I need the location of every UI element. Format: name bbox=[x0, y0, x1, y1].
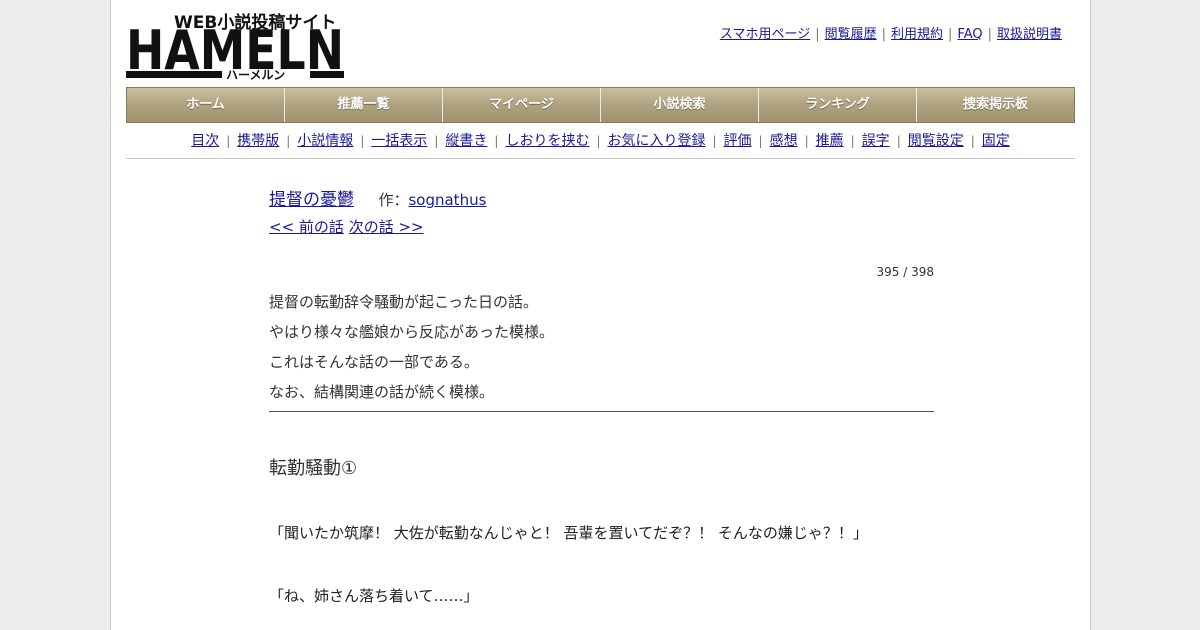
preface-line: 提督の転勤辞令騒動が起こった日の話。 bbox=[269, 293, 538, 311]
nav-mypage[interactable]: マイページ bbox=[443, 88, 601, 122]
nav-search-board[interactable]: 捜索掲示板 bbox=[917, 88, 1074, 122]
subnav-bookmark[interactable]: しおりを挟む bbox=[505, 133, 589, 149]
sub-nav: 目次 | 携帯版 | 小説情報 | 一括表示 | 縦書き | しおりを挟む | お気に入り登録 | 評価 | 感… bbox=[126, 130, 1075, 159]
page-container: WEB小説投稿サイト HAMELN ハーメルン スマホ用ページ | 閲覧履歴 | 利用規… bbox=[110, 0, 1091, 630]
body-line: 「聞いたか筑摩！ 大佐が転勤なんじゃと！ 吾輩を置いてだぞ？！ そんなの嫌じゃ？… bbox=[269, 524, 868, 542]
subnav-typo[interactable]: 誤字 bbox=[862, 133, 890, 149]
nav-ranking[interactable]: ランキング bbox=[759, 88, 917, 122]
next-chapter-link[interactable]: 次の話 >> bbox=[349, 218, 424, 236]
author-label: 作： bbox=[378, 191, 409, 209]
subnav-rating[interactable]: 評価 bbox=[724, 133, 752, 149]
subnav-novel-info[interactable]: 小説情報 bbox=[297, 133, 353, 149]
novel-content: 提督の憂鬱 作：sognathus << 前の話 次の話 >> 395 / 39… bbox=[269, 185, 934, 606]
top-link-faq[interactable]: FAQ bbox=[957, 27, 982, 42]
subnav-favorite[interactable]: お気に入り登録 bbox=[608, 133, 706, 149]
top-link-history[interactable]: 閲覧履歴 bbox=[825, 27, 877, 42]
chapter-title: 転勤騒動① bbox=[269, 458, 358, 479]
title-row: 提督の憂鬱 作：sognathus bbox=[269, 185, 934, 211]
top-link-terms[interactable]: 利用規約 bbox=[891, 27, 943, 42]
page-count: 395 / 398 bbox=[876, 265, 934, 279]
subnav-view-settings[interactable]: 閲覧設定 bbox=[908, 133, 964, 149]
author-link[interactable]: sognathus bbox=[408, 191, 486, 209]
preface: 提督の転勤辞令騒動が起こった日の話。 やはり様々な艦娘から反応があった模様。 こ… bbox=[269, 287, 934, 407]
preface-divider bbox=[269, 411, 934, 412]
subnav-vertical[interactable]: 縦書き bbox=[445, 133, 487, 149]
nav-recommendations[interactable]: 推薦一覧 bbox=[285, 88, 443, 122]
top-link-manual[interactable]: 取扱説明書 bbox=[997, 27, 1062, 42]
preface-line: これはそんな話の一部である。 bbox=[269, 353, 479, 371]
subnav-show-all[interactable]: 一括表示 bbox=[371, 133, 427, 149]
subnav-recommend[interactable]: 推薦 bbox=[816, 133, 844, 149]
nav-home[interactable]: ホーム bbox=[127, 88, 285, 122]
svg-text:ハーメルン: ハーメルン bbox=[226, 68, 285, 81]
main-nav: ホーム 推薦一覧 マイページ 小説検索 ランキング 捜索掲示板 bbox=[126, 87, 1075, 123]
subnav-toc[interactable]: 目次 bbox=[191, 133, 219, 149]
chapter-nav: << 前の話 次の話 >> bbox=[269, 216, 934, 237]
nav-novel-search[interactable]: 小説検索 bbox=[601, 88, 759, 122]
top-link-smartphone[interactable]: スマホ用ページ bbox=[720, 27, 810, 42]
preface-line: やはり様々な艦娘から反応があった模様。 bbox=[269, 323, 555, 341]
preface-line: なお、結構関連の話が続く模様。 bbox=[269, 383, 495, 401]
body-line: 「ね、姉さん落ち着いて……」 bbox=[269, 587, 479, 605]
prev-chapter-link[interactable]: << 前の話 bbox=[269, 218, 344, 236]
subnav-mobile[interactable]: 携帯版 bbox=[237, 133, 279, 149]
novel-title-link[interactable]: 提督の憂鬱 bbox=[269, 190, 354, 210]
site-logo[interactable]: WEB小説投稿サイト HAMELN ハーメルン bbox=[126, 9, 346, 82]
subnav-review[interactable]: 感想 bbox=[770, 133, 798, 149]
subnav-pin[interactable]: 固定 bbox=[982, 133, 1010, 149]
top-links: スマホ用ページ | 閲覧履歴 | 利用規約 | FAQ | 取扱説明書 bbox=[719, 27, 1062, 42]
